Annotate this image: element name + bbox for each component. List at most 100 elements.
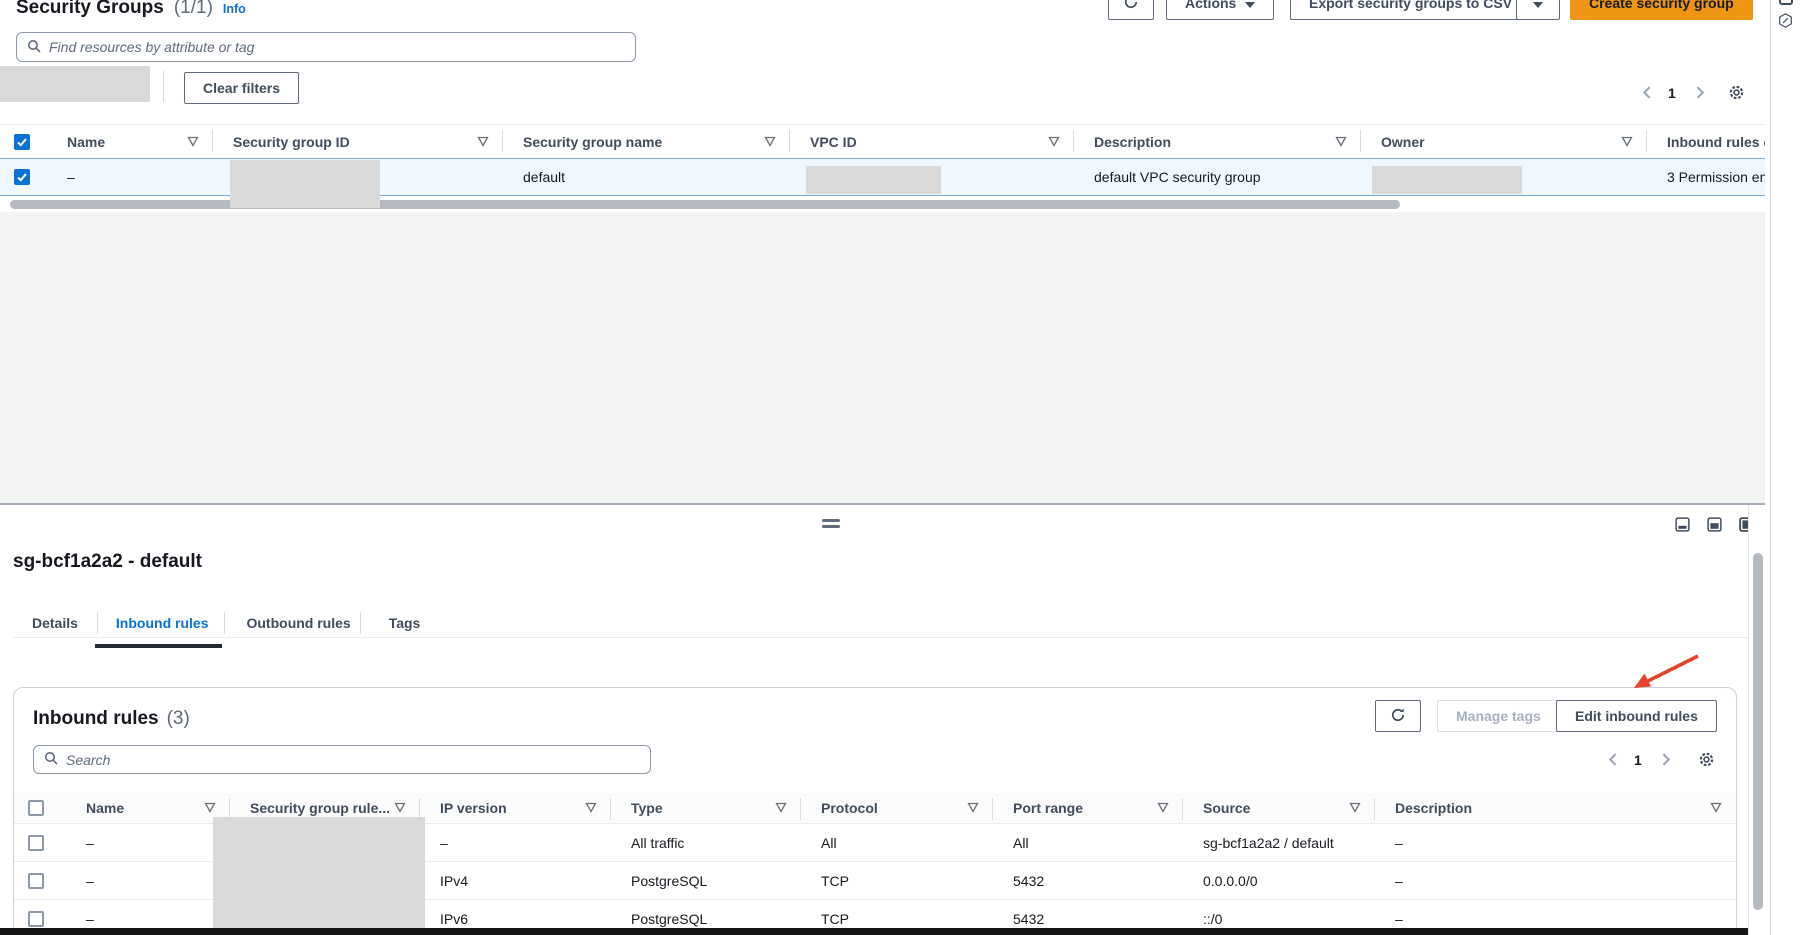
col-vpc-id: VPC ID — [810, 134, 857, 150]
col-port-range: Port range — [1013, 800, 1083, 816]
redacted-sg-rule-ids — [213, 817, 425, 935]
create-security-group-button[interactable]: Create security group — [1570, 0, 1753, 20]
col-ip-version: IP version — [440, 800, 507, 816]
filter-icon[interactable] — [1157, 800, 1169, 816]
search-icon — [27, 39, 41, 56]
col-description: Description — [1395, 800, 1472, 816]
panel-position-split-icon[interactable] — [1707, 517, 1722, 535]
partially-visible-icon[interactable] — [1779, 0, 1793, 5]
inbound-refresh-button[interactable] — [1375, 700, 1421, 732]
filter-icon[interactable] — [1335, 134, 1347, 150]
filter-icon[interactable] — [967, 800, 979, 816]
inbound-search-input[interactable] — [66, 746, 640, 773]
split-panel-divider — [0, 503, 1765, 505]
caret-down-icon — [1533, 0, 1543, 11]
actions-button[interactable]: Actions — [1166, 0, 1274, 20]
annotation-arrow — [1620, 650, 1704, 705]
cell-name: – — [66, 862, 230, 899]
redacted-sg-id — [230, 160, 380, 208]
manage-tags-button[interactable]: Manage tags — [1437, 700, 1560, 732]
cell-sg-name: default — [503, 159, 790, 195]
page-title-row: Security Groups (1/1) Info — [16, 0, 246, 19]
inbound-rules-count: (3) — [167, 708, 190, 730]
panel-position-bottom-icon[interactable] — [1675, 517, 1690, 535]
cell-port-range: All — [993, 824, 1183, 861]
table-settings-gear-icon[interactable] — [1728, 84, 1745, 104]
inbound-settings-gear-icon[interactable] — [1698, 751, 1715, 771]
tab-outbound-rules[interactable]: Outbound rules — [227, 608, 369, 638]
search-icon — [44, 751, 58, 768]
aws-ec2-security-groups-page: Security Groups (1/1) Info Actions Expor… — [0, 0, 1800, 935]
filter-icon[interactable] — [1710, 800, 1722, 816]
filter-icon[interactable] — [764, 134, 776, 150]
inbound-page-number[interactable]: 1 — [1634, 752, 1642, 768]
select-all-checkbox[interactable] — [28, 800, 44, 816]
bottom-edge-bar — [0, 928, 1748, 935]
resource-count: (1/1) — [174, 0, 213, 19]
filter-icon[interactable] — [477, 134, 489, 150]
export-csv-dropdown-button[interactable] — [1516, 0, 1560, 20]
cell-protocol: TCP — [801, 862, 993, 899]
select-all-checkbox[interactable] — [14, 134, 30, 150]
empty-table-area — [0, 212, 1765, 503]
filter-icon[interactable] — [775, 800, 787, 816]
resources-search-input[interactable] — [49, 33, 625, 61]
refresh-icon — [1390, 707, 1406, 726]
horizontal-scrollbar-thumb[interactable] — [10, 200, 1400, 209]
col-type: Type — [631, 800, 663, 816]
tabs-rule — [13, 637, 1750, 638]
col-description: Description — [1094, 134, 1171, 150]
page-number[interactable]: 1 — [1668, 85, 1676, 101]
col-name: Name — [86, 800, 124, 816]
filter-icon[interactable] — [1621, 134, 1633, 150]
detail-panel-title: sg-bcf1a2a2 - default — [13, 551, 202, 573]
cell-inbound-rules: 3 Permission en — [1647, 159, 1765, 195]
active-tab-underline — [95, 644, 222, 648]
detail-tabs: Details Inbound rules Outbound rules Tag… — [13, 608, 439, 638]
split-panel-drag-handle[interactable] — [822, 519, 840, 528]
filter-icon[interactable] — [204, 800, 216, 816]
resources-search — [16, 32, 636, 62]
cell-type: All traffic — [611, 824, 801, 861]
cell-type: PostgreSQL — [611, 862, 801, 899]
clear-filters-button[interactable]: Clear filters — [184, 72, 299, 104]
col-protocol: Protocol — [821, 800, 878, 816]
col-sg-rule-id: Security group rule... — [250, 800, 390, 816]
redacted-vpc-id — [806, 166, 941, 194]
col-sg-id: Security group ID — [233, 134, 350, 150]
cell-ip-version: – — [420, 824, 611, 861]
groups-table-header: Name Security group ID Security group na… — [0, 124, 1765, 158]
filter-icon[interactable] — [1048, 134, 1060, 150]
cell-description: default VPC security group — [1074, 159, 1361, 195]
info-link[interactable]: Info — [223, 2, 246, 16]
next-page-button[interactable] — [1692, 85, 1707, 103]
redacted-owner — [1372, 166, 1522, 194]
row-checkbox[interactable] — [28, 873, 44, 889]
refresh-icon — [1123, 0, 1139, 13]
inbound-next-page-button[interactable] — [1658, 752, 1673, 770]
export-csv-button[interactable]: Export security groups to CSV — [1290, 0, 1531, 20]
filter-icon[interactable] — [394, 800, 406, 816]
refresh-button[interactable] — [1108, 0, 1154, 20]
filter-icon[interactable] — [585, 800, 597, 816]
prev-page-button[interactable] — [1640, 85, 1655, 103]
vertical-scrollbar-thumb[interactable] — [1753, 553, 1763, 910]
cell-ip-version: IPv4 — [420, 862, 611, 899]
row-checkbox[interactable] — [28, 911, 44, 927]
vertical-scrollbar-track — [1748, 505, 1766, 935]
page-title: Security Groups — [16, 0, 164, 19]
caret-down-icon — [1245, 0, 1255, 11]
row-checkbox[interactable] — [14, 169, 30, 185]
tab-details[interactable]: Details — [13, 608, 97, 638]
col-name: Name — [67, 134, 105, 150]
inbound-prev-page-button[interactable] — [1606, 752, 1621, 770]
filter-icon[interactable] — [187, 134, 199, 150]
col-sg-name: Security group name — [523, 134, 662, 150]
filter-icon[interactable] — [1349, 800, 1361, 816]
inbound-rules-heading: Inbound rules (3) — [33, 708, 190, 730]
tab-inbound-rules[interactable]: Inbound rules — [97, 608, 228, 638]
tab-tags[interactable]: Tags — [370, 608, 440, 638]
hexagon-tool-icon[interactable] — [1777, 12, 1794, 32]
cell-protocol: All — [801, 824, 993, 861]
row-checkbox[interactable] — [28, 835, 44, 851]
